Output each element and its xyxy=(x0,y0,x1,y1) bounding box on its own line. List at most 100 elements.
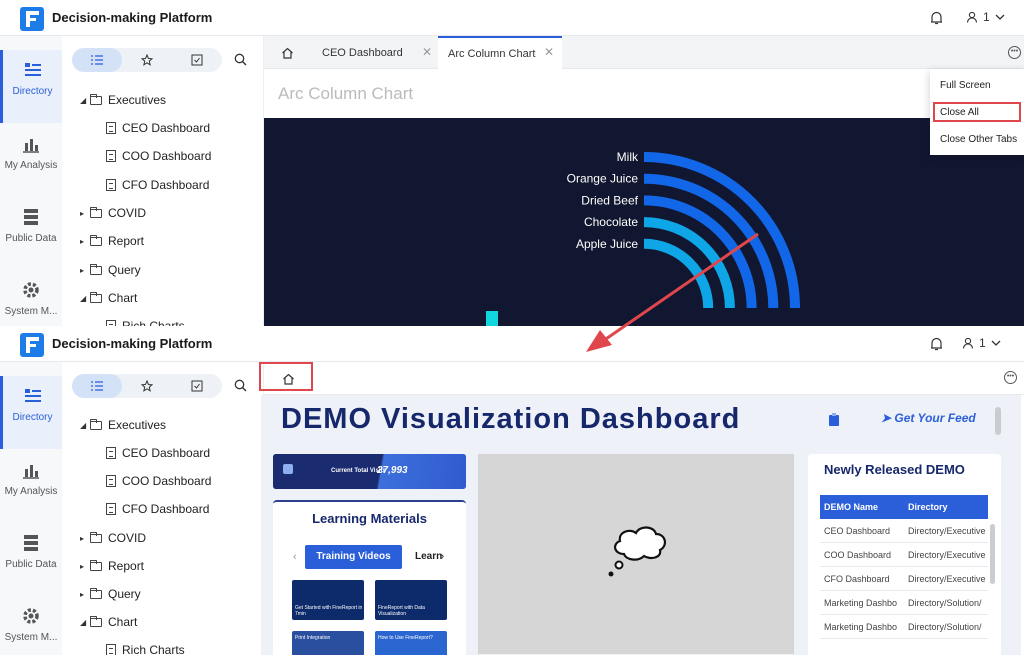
chevron-down-icon xyxy=(991,340,1001,346)
scrollbar[interactable] xyxy=(995,407,1001,435)
bell-icon[interactable] xyxy=(930,337,943,351)
arc-bar[interactable] xyxy=(643,238,714,309)
table-header: DEMO Name Directory xyxy=(820,495,988,519)
close-tab-icon[interactable]: ✕ xyxy=(422,45,432,59)
tree-folder-query[interactable]: ▸ Query xyxy=(80,259,141,281)
tree-folder-chart[interactable]: ◢ Chart xyxy=(80,287,137,309)
tasks-toggle[interactable] xyxy=(172,374,222,398)
user-menu[interactable]: 1 xyxy=(962,336,1001,350)
tree-folder-query[interactable]: ▸ Query xyxy=(80,583,141,605)
highlight-box xyxy=(259,362,313,391)
folder-icon xyxy=(90,531,102,543)
nav-public-data[interactable]: Public Data xyxy=(0,197,62,270)
get-feed-link[interactable]: ➤ Get Your Feed xyxy=(881,411,976,425)
tree-folder-executives[interactable]: ◢ Executives xyxy=(80,414,166,436)
tree-mode-switch xyxy=(72,374,222,398)
nav-directory[interactable]: Directory xyxy=(0,50,62,123)
kpi-icon xyxy=(283,464,293,474)
tree-item-rich-charts[interactable]: Rich Charts xyxy=(106,315,185,326)
video-thumbnail[interactable]: FineReport with Data Visualization xyxy=(375,580,447,620)
tab-learn[interactable]: Learn xyxy=(415,551,442,562)
column-bar[interactable] xyxy=(486,311,498,326)
collapsed-arrow-icon: ▸ xyxy=(80,265,85,275)
favorites-toggle[interactable] xyxy=(122,48,172,72)
tree-folder-covid[interactable]: ▸ COVID xyxy=(80,527,146,549)
chevron-right-icon[interactable]: › xyxy=(440,548,444,563)
nav-system-management[interactable]: System M... xyxy=(0,596,62,655)
expanded-arrow-icon: ◢ xyxy=(80,420,87,430)
nav-my-analysis[interactable]: My Analysis xyxy=(0,124,62,197)
tree-folder-executives[interactable]: ◢ Executives xyxy=(80,89,166,111)
search-icon[interactable] xyxy=(234,53,247,66)
tree-folder-covid[interactable]: ▸ COVID xyxy=(80,202,146,224)
cell-dir: Directory/Executive xyxy=(908,526,986,536)
file-icon xyxy=(106,475,116,487)
learning-title: Learning Materials xyxy=(312,511,427,526)
chart-title: Arc Column Chart xyxy=(278,84,414,103)
dashboard-title: DEMO Visualization Dashboard xyxy=(281,403,741,435)
video-thumbnail[interactable]: Get Started with FineReport in 7min xyxy=(292,580,364,620)
favorites-toggle[interactable] xyxy=(122,374,172,398)
user-menu[interactable]: 1 xyxy=(966,10,1005,24)
user-count: 1 xyxy=(979,336,986,350)
table-row[interactable]: CFO Dashboard Directory/Executive xyxy=(820,567,988,591)
chevron-down-icon xyxy=(995,14,1005,20)
tab-ceo-dashboard[interactable]: CEO Dashboard ✕ xyxy=(310,36,438,69)
tree-item-ceo-dashboard[interactable]: CEO Dashboard xyxy=(106,117,210,139)
video-thumbnail[interactable]: How to Use FineReport? xyxy=(375,631,447,655)
tree-folder-report[interactable]: ▸ Report xyxy=(80,230,144,252)
tree-item-cfo-dashboard[interactable]: CFO Dashboard xyxy=(106,498,209,520)
tree-label: Report xyxy=(108,559,145,573)
tree-item-rich-charts[interactable]: Rich Charts xyxy=(106,639,185,655)
cell-name: Marketing Dashbo xyxy=(824,598,898,608)
more-options-icon[interactable]: ••• xyxy=(1008,46,1021,59)
thumb-caption: Print Integration xyxy=(295,635,331,641)
tab-arc-column-chart[interactable]: Arc Column Chart ✕ xyxy=(438,36,562,69)
folder-icon xyxy=(90,587,102,599)
tab-home[interactable] xyxy=(264,36,310,69)
close-tab-icon[interactable]: ✕ xyxy=(544,45,554,59)
table-row[interactable]: Marketing Dashbo Directory/Solution/ xyxy=(820,615,988,639)
nav-my-analysis[interactable]: My Analysis xyxy=(0,450,62,523)
folder-icon xyxy=(90,615,102,627)
menu-full-screen[interactable]: Full Screen xyxy=(940,80,991,91)
tree-folder-report[interactable]: ▸ Report xyxy=(80,555,144,577)
cell-dir: Directory/Solution/ xyxy=(908,622,982,632)
file-icon xyxy=(106,150,116,162)
tasks-toggle[interactable] xyxy=(172,48,222,72)
tree-item-cfo-dashboard[interactable]: CFO Dashboard xyxy=(106,174,209,196)
tab-training-videos[interactable]: Training Videos xyxy=(305,545,402,569)
menu-close-all[interactable]: Close All xyxy=(940,107,979,118)
video-thumbnail[interactable]: Print Integration xyxy=(292,631,364,655)
more-options-icon[interactable]: ••• xyxy=(1004,371,1017,384)
nav-system-management[interactable]: System M... xyxy=(0,270,62,326)
search-icon[interactable] xyxy=(234,379,247,392)
bell-icon[interactable] xyxy=(930,11,943,25)
list-icon xyxy=(91,381,103,391)
tab-label: Arc Column Chart xyxy=(448,47,536,60)
user-icon xyxy=(962,337,974,349)
tree-item-coo-dashboard[interactable]: COO Dashboard xyxy=(106,145,211,167)
analysis-icon xyxy=(23,139,39,153)
tree-label: Rich Charts xyxy=(122,319,185,326)
table-scrollbar[interactable] xyxy=(990,524,995,584)
menu-close-other-tabs[interactable]: Close Other Tabs xyxy=(940,134,1017,145)
tree-label: Query xyxy=(108,263,141,277)
table-row[interactable]: Marketing Dashbo Directory/Solution/ xyxy=(820,591,988,615)
table-row[interactable]: COO Dashboard Directory/Executive xyxy=(820,543,988,567)
table-row[interactable]: CEO Dashboard Directory/Executive xyxy=(820,519,988,543)
tree-label: COO Dashboard xyxy=(122,474,212,488)
list-view-toggle[interactable] xyxy=(72,374,122,398)
tree-label: Executives xyxy=(108,93,167,107)
tree-item-coo-dashboard[interactable]: COO Dashboard xyxy=(106,470,211,492)
tree-label: CFO Dashboard xyxy=(122,178,210,192)
chevron-left-icon[interactable]: ‹ xyxy=(293,551,297,563)
tree-mode-switch xyxy=(72,48,222,72)
list-view-toggle[interactable] xyxy=(72,48,122,72)
newly-released-title: Newly Released DEMO xyxy=(824,462,965,477)
tree-folder-chart[interactable]: ◢ Chart xyxy=(80,611,137,633)
nav-public-data[interactable]: Public Data xyxy=(0,523,62,596)
tree-item-ceo-dashboard[interactable]: CEO Dashboard xyxy=(106,442,210,464)
nav-directory[interactable]: Directory xyxy=(0,376,62,449)
screenshot-before: Decision-making Platform 1 Directory My … xyxy=(0,0,1024,326)
